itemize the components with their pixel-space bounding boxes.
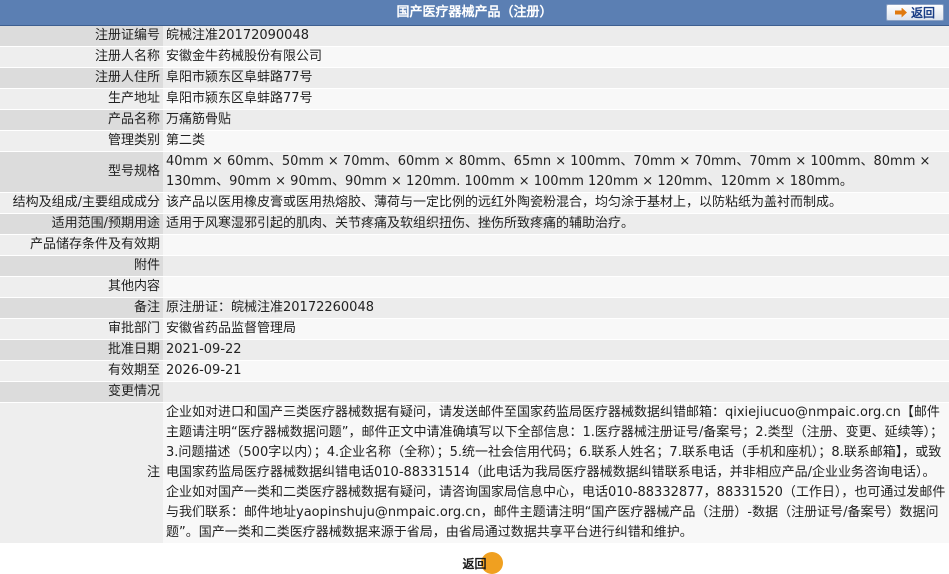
field-value: 安徽省药品监督管理局 xyxy=(163,318,949,340)
field-value xyxy=(163,276,949,298)
detail-row: 结构及组成/主要组成成分 该产品以医用橡皮膏或医用热熔胶、薄荷与一定比例的远红外陶… xyxy=(0,192,949,214)
field-value: 安徽金牛药械股份有限公司 xyxy=(163,46,949,68)
detail-row: 批准日期 2021-09-22 xyxy=(0,339,949,361)
detail-row: 注册人名称 安徽金牛药械股份有限公司 xyxy=(0,46,949,68)
field-value: 2021-09-22 xyxy=(163,339,949,361)
back-button-top[interactable]: 返回 xyxy=(886,4,944,21)
field-label: 适用范围/预期用途 xyxy=(0,213,163,235)
field-label: 变更情况 xyxy=(0,381,163,403)
field-label: 其他内容 xyxy=(0,276,163,298)
detail-row: 适用范围/预期用途 适用于风寒湿邪引起的肌肉、关节疼痛及软组织扭伤、挫伤所致疼痛的… xyxy=(0,213,949,235)
detail-row: 产品储存条件及有效期 xyxy=(0,234,949,256)
field-label: 注册人名称 xyxy=(0,46,163,68)
field-value: 2026-09-21 xyxy=(163,360,949,382)
field-label: 附件 xyxy=(0,255,163,277)
field-label: 产品储存条件及有效期 xyxy=(0,234,163,256)
field-label: 型号规格 xyxy=(0,151,163,193)
footer: 返回 xyxy=(0,552,949,574)
back-button-bottom-label: 返回 xyxy=(462,556,487,571)
field-value: 适用于风寒湿邪引起的肌肉、关节疼痛及软组织扭伤、挫伤所致疼痛的辅助治疗。 xyxy=(163,213,949,235)
field-label: 结构及组成/主要组成成分 xyxy=(0,192,163,214)
detail-row: 其他内容 xyxy=(0,276,949,298)
field-label: 审批部门 xyxy=(0,318,163,340)
field-value: 40mm × 60mm、50mm × 70mm、60mm × 80mm、65mn… xyxy=(163,151,949,193)
detail-table: 注册证编号 皖械注准20172090048 注册人名称 安徽金牛药械股份有限公司 注册人… xyxy=(0,26,949,544)
field-value: 该产品以医用橡皮膏或医用热熔胶、薄荷与一定比例的远红外陶瓷粉混合，均匀涂于基材上… xyxy=(163,192,949,214)
field-label: 备注 xyxy=(0,297,163,319)
detail-row: 管理类别 第二类 xyxy=(0,130,949,152)
field-value: 第二类 xyxy=(163,130,949,152)
field-value: 原注册证：皖械注准20172260048 xyxy=(163,297,949,319)
note-row: 注企业如对进口和国产三类医疗器械数据有疑问，请发送邮件至国家药监局医疗器械数据纠… xyxy=(0,402,949,544)
detail-row: 注册证编号 皖械注准20172090048 xyxy=(0,26,949,47)
field-label: 批准日期 xyxy=(0,339,163,361)
field-value: 皖械注准20172090048 xyxy=(163,26,949,47)
field-label: 注册证编号 xyxy=(0,26,163,47)
field-label: 生产地址 xyxy=(0,88,163,110)
back-button-bottom[interactable]: 返回 xyxy=(449,552,503,574)
detail-row: 审批部门 安徽省药品监督管理局 xyxy=(0,318,949,340)
field-label: 注册人住所 xyxy=(0,67,163,89)
field-label: 有效期至 xyxy=(0,360,163,382)
detail-row: 产品名称 万痛筋骨贴 xyxy=(0,109,949,131)
detail-row: 注册人住所 阜阳市颍东区阜蚌路77号 xyxy=(0,67,949,89)
detail-row: 生产地址 阜阳市颍东区阜蚌路77号 xyxy=(0,88,949,110)
back-button-top-label: 返回 xyxy=(910,6,935,20)
field-value: 阜阳市颍东区阜蚌路77号 xyxy=(163,88,949,110)
page-title: 国产医疗器械产品（注册） xyxy=(396,5,553,20)
field-value xyxy=(163,381,949,403)
detail-row: 附件 xyxy=(0,255,949,277)
note-text: 企业如对进口和国产三类医疗器械数据有疑问，请发送邮件至国家药监局医疗器械数据纠错… xyxy=(163,402,949,544)
field-value: 阜阳市颍东区阜蚌路77号 xyxy=(163,67,949,89)
field-value xyxy=(163,234,949,256)
title-bar: 国产医疗器械产品（注册） 返回 xyxy=(0,0,949,26)
detail-row: 型号规格 40mm × 60mm、50mm × 70mm、60mm × 80mm、… xyxy=(0,151,949,193)
field-value: 万痛筋骨贴 xyxy=(163,109,949,131)
field-label: 管理类别 xyxy=(0,130,163,152)
detail-row: 备注 原注册证：皖械注准20172260048 xyxy=(0,297,949,319)
note-label: 注 xyxy=(0,402,163,544)
field-value xyxy=(163,255,949,277)
arrow-right-icon xyxy=(894,7,907,18)
detail-row: 变更情况 xyxy=(0,381,949,403)
detail-row: 有效期至 2026-09-21 xyxy=(0,360,949,382)
field-label: 产品名称 xyxy=(0,109,163,131)
